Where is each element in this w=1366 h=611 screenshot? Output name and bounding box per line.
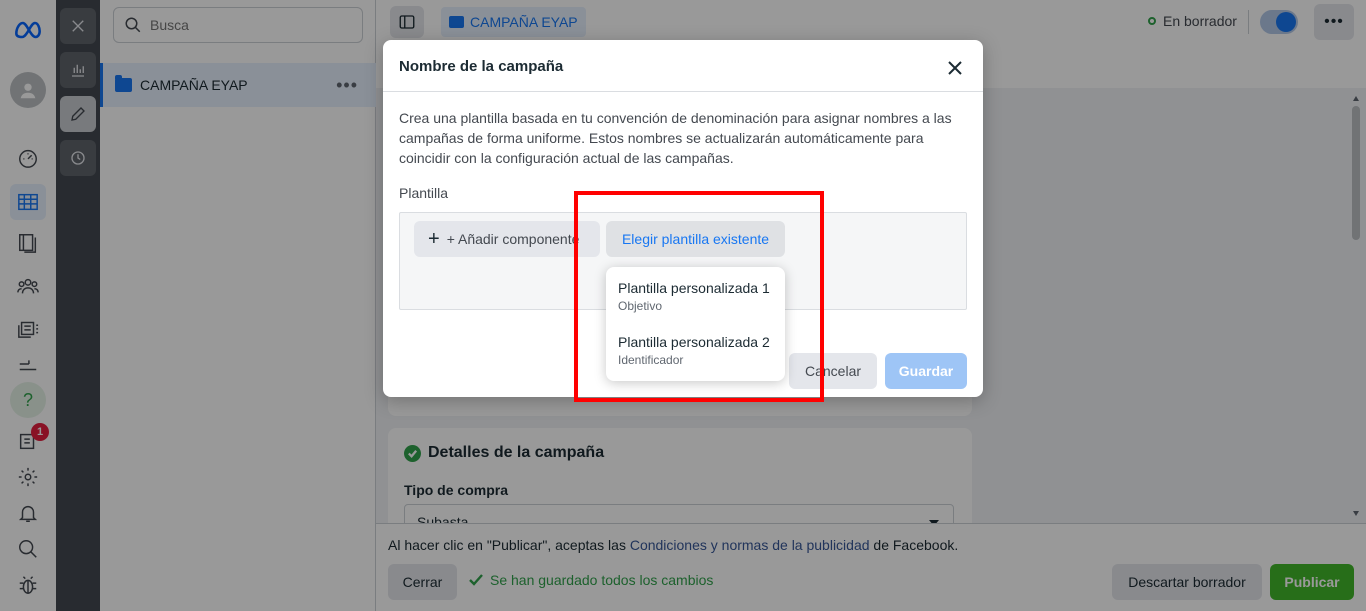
dialog-description: Crea una plantilla basada en tu convenci… <box>399 110 952 166</box>
dialog-title: Nombre de la campaña <box>399 58 564 75</box>
template-label: Plantilla <box>399 185 449 201</box>
close-dialog-button[interactable] <box>943 56 967 80</box>
add-component-label: + Añadir componente <box>446 231 580 247</box>
add-component-button[interactable]: + + Añadir componente <box>414 221 600 257</box>
save-button[interactable]: Guardar <box>885 353 967 389</box>
plus-icon: + <box>428 227 440 250</box>
highlight-box <box>574 191 824 402</box>
close-icon <box>948 61 962 75</box>
dialog-divider <box>383 91 983 92</box>
